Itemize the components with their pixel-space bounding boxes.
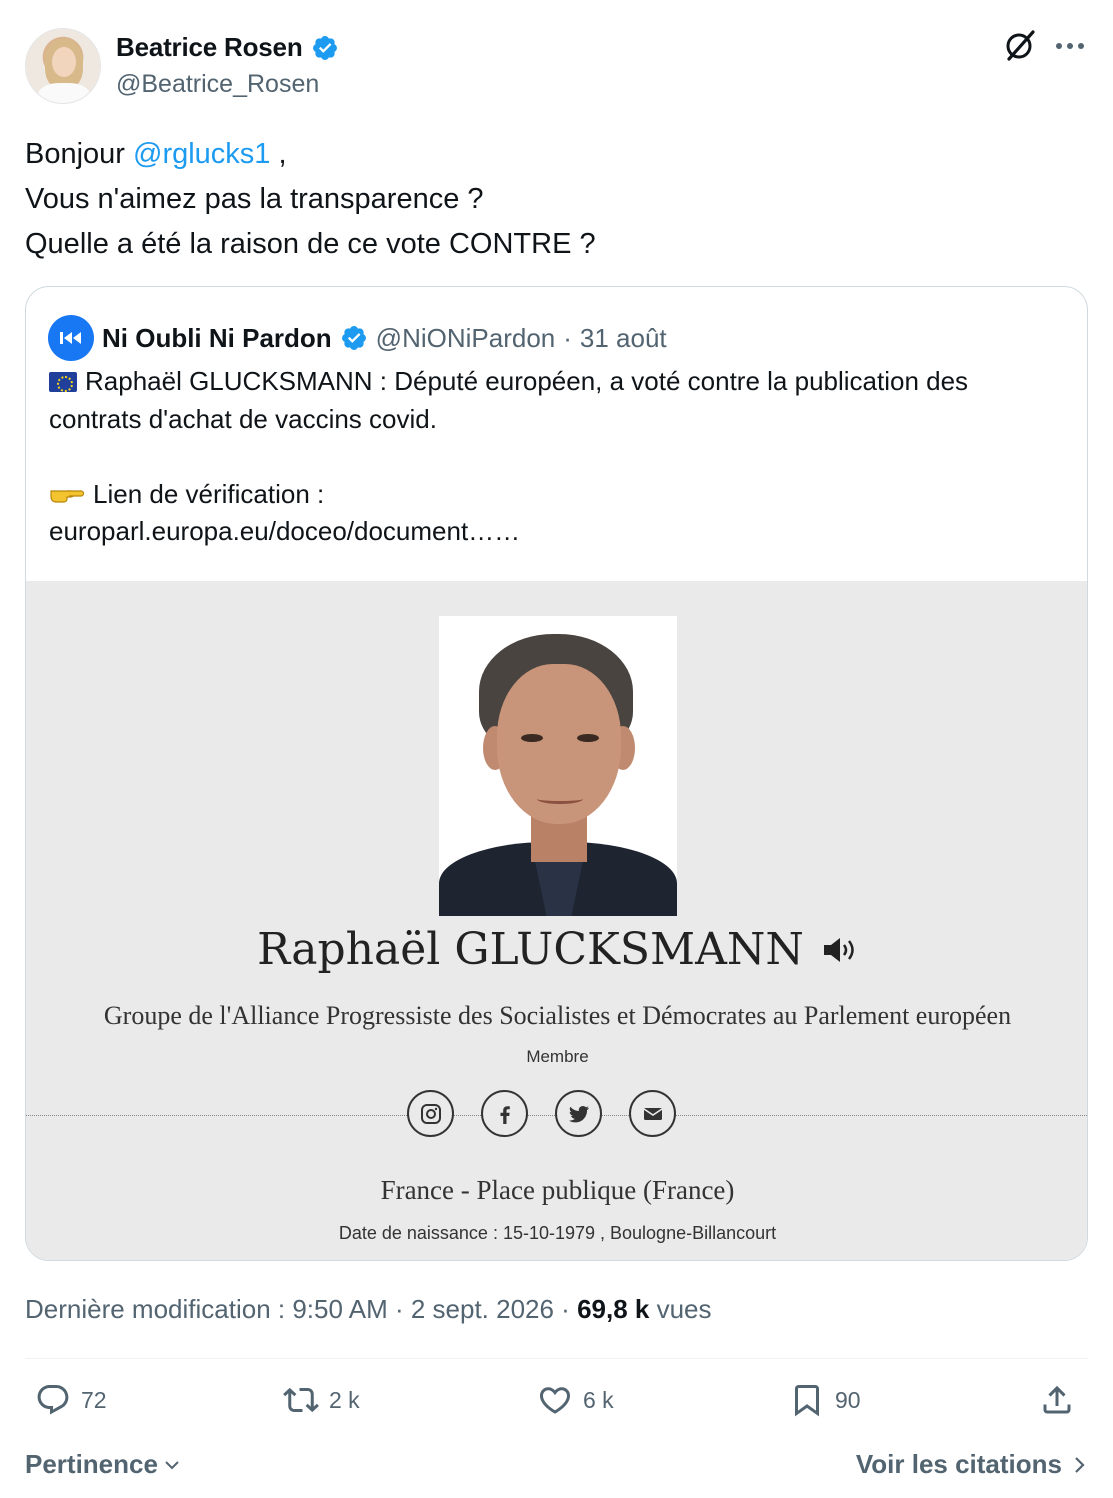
share-button[interactable] bbox=[1039, 1382, 1075, 1418]
tweet-line-1: Bonjour @rglucks1 , bbox=[25, 132, 596, 177]
reply-count: 72 bbox=[81, 1386, 107, 1413]
views-count: 69,8 k bbox=[577, 1294, 650, 1324]
reply-icon bbox=[37, 1385, 69, 1415]
author-avatar[interactable] bbox=[25, 28, 101, 104]
tweet-comma: , bbox=[270, 138, 287, 170]
like-count: 6 k bbox=[583, 1386, 614, 1413]
twitter-bird-icon bbox=[555, 1090, 602, 1137]
action-bar: 72 2 k 6 k 90 bbox=[25, 1382, 1088, 1432]
view-quotes-label: Voir les citations bbox=[855, 1449, 1062, 1479]
quote-author-name[interactable]: Ni Oubli Ni Pardon bbox=[102, 323, 332, 354]
tweet-text: Bonjour @rglucks1 , Vous n'aimez pas la … bbox=[25, 132, 596, 267]
tweet-meta: Dernière modification : 9:50 AM · 2 sept… bbox=[25, 1294, 712, 1325]
share-icon bbox=[1043, 1385, 1071, 1414]
bookmark-icon bbox=[795, 1385, 819, 1417]
mep-country: France - Place publique (France) bbox=[380, 1175, 735, 1205]
meta-divider bbox=[25, 1358, 1088, 1359]
sort-label: Pertinence bbox=[25, 1449, 158, 1479]
view-quotes-link[interactable]: Voir les citations bbox=[856, 1449, 1088, 1480]
heart-icon bbox=[539, 1387, 571, 1414]
verification-link[interactable]: europarl.europa.eu/doceo/document…… bbox=[49, 513, 1069, 551]
quote-line-2: contrats d'achat de vaccins covid. bbox=[49, 403, 437, 434]
mep-role: Membre bbox=[526, 1047, 589, 1066]
verified-badge-icon bbox=[312, 35, 337, 60]
views-label: vues bbox=[649, 1294, 712, 1324]
mep-group: Groupe de l'Alliance Progressiste des So… bbox=[103, 1001, 1012, 1030]
reply-button[interactable]: 72 bbox=[35, 1382, 107, 1418]
quote-separator: · bbox=[563, 322, 572, 353]
author-handle[interactable]: @Beatrice_Rosen bbox=[116, 70, 319, 99]
repost-button[interactable]: 2 k bbox=[283, 1382, 360, 1418]
facebook-icon bbox=[481, 1090, 528, 1137]
tweet-line-3: Quelle a été la raison de ce vote CONTRE… bbox=[25, 228, 596, 260]
quote-text: Raphaël GLUCKSMANN : Député européen, a … bbox=[49, 363, 1069, 551]
repost-icon bbox=[283, 1387, 319, 1413]
tweet-greeting: Bonjour bbox=[25, 138, 134, 170]
eu-flag-icon bbox=[49, 371, 77, 392]
more-options-icon[interactable] bbox=[1055, 42, 1085, 50]
bookmark-count: 90 bbox=[835, 1386, 861, 1413]
author-name[interactable]: Beatrice Rosen bbox=[116, 32, 303, 63]
tweet-header: Beatrice Rosen @Beatrice_Rosen bbox=[25, 28, 1090, 104]
quote-media-image[interactable]: Raphaël GLUCKSMANN Groupe de l'Alliance … bbox=[26, 581, 1087, 1260]
quote-line-3-text: Lien de vérification : bbox=[93, 478, 325, 509]
email-icon bbox=[629, 1090, 676, 1137]
grok-icon[interactable] bbox=[1003, 28, 1037, 62]
quote-line-3: Lien de vérification : bbox=[49, 476, 1069, 514]
author-name-row[interactable]: Beatrice Rosen bbox=[116, 32, 339, 63]
quote-header: Ni Oubli Ni Pardon @NiONiPardon · 31 aoû… bbox=[48, 315, 667, 361]
quote-line-1: Raphaël GLUCKSMANN : Député européen, a … bbox=[49, 363, 1069, 401]
mep-name-row: Raphaël GLUCKSMANN bbox=[26, 924, 1087, 975]
quoted-tweet[interactable]: Ni Oubli Ni Pardon @NiONiPardon · 31 aoû… bbox=[25, 286, 1088, 1261]
mep-portrait bbox=[439, 616, 677, 916]
instagram-icon bbox=[407, 1090, 454, 1137]
sort-dropdown[interactable]: Pertinence bbox=[25, 1449, 182, 1480]
repost-count: 2 k bbox=[329, 1386, 360, 1413]
chevron-down-icon bbox=[165, 1460, 179, 1469]
quote-date[interactable]: 31 août bbox=[580, 323, 667, 354]
tweet-line-2: Vous n'aimez pas la transparence ? bbox=[25, 183, 484, 215]
quote-avatar[interactable] bbox=[48, 315, 94, 361]
rewind-logo-icon bbox=[60, 332, 81, 344]
verified-badge-icon bbox=[341, 326, 366, 350]
like-button[interactable]: 6 k bbox=[537, 1382, 614, 1418]
speaker-icon bbox=[823, 937, 854, 962]
quote-author-handle[interactable]: @NiONiPardon bbox=[376, 323, 556, 354]
mep-name: Raphaël GLUCKSMANN bbox=[257, 924, 804, 975]
mep-social-links bbox=[407, 1090, 676, 1137]
quote-line-1-text: Raphaël GLUCKSMANN : Député européen, a … bbox=[85, 366, 969, 396]
bookmark-button[interactable]: 90 bbox=[789, 1382, 861, 1418]
mention-link[interactable]: @rglucks1 bbox=[133, 138, 270, 170]
mep-birth-info: Date de naissance : 15-10-1979 , Boulogn… bbox=[338, 1223, 777, 1243]
pointing-hand-icon bbox=[50, 490, 85, 503]
edited-timestamp[interactable]: Dernière modification : 9:50 AM · 2 sept… bbox=[25, 1294, 577, 1324]
chevron-right-icon bbox=[1075, 1456, 1085, 1473]
